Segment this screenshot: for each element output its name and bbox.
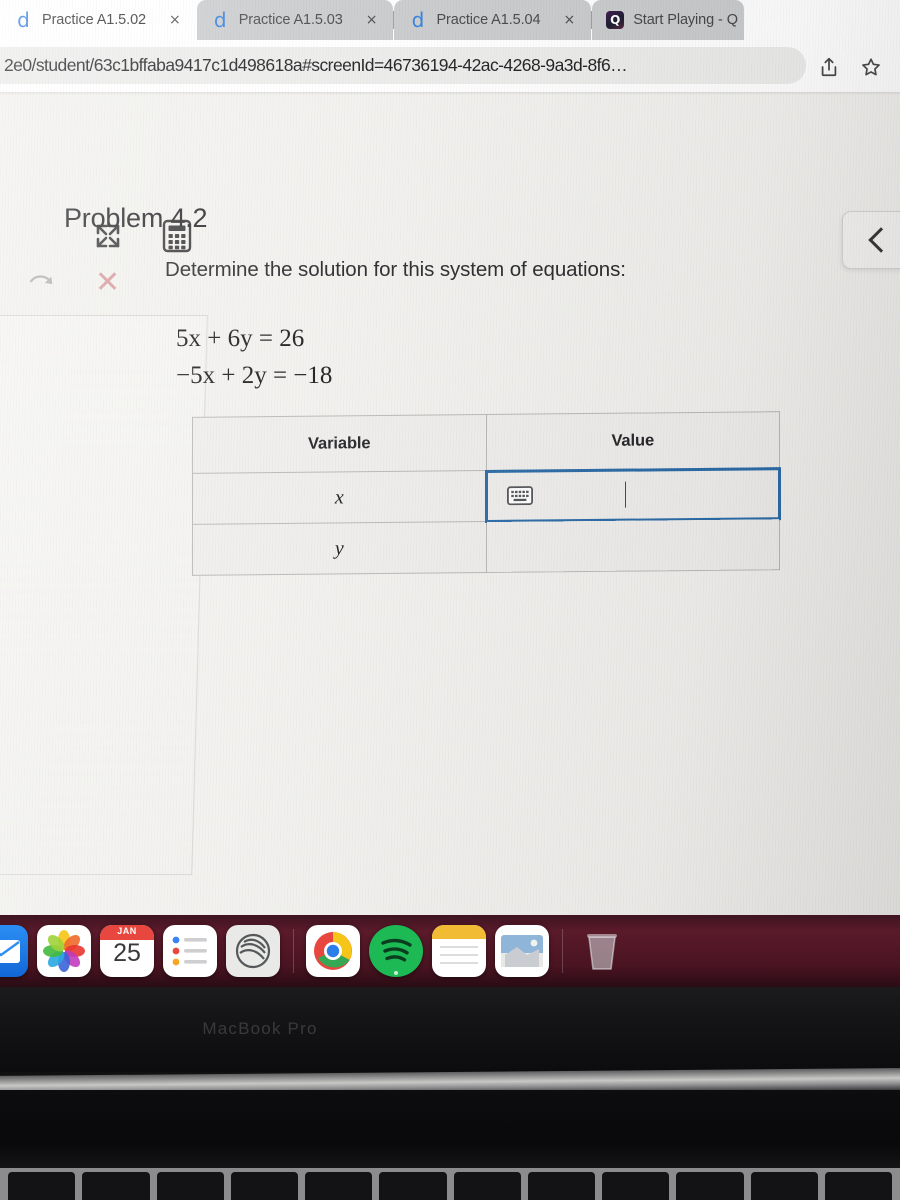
problem-content: Problem 4.2 Determine the solution for t… (0, 0, 900, 915)
equation-line: −5x + 2y = −18 (176, 362, 333, 389)
preview-icon (501, 935, 543, 967)
keyboard-key (379, 1172, 447, 1200)
laptop-lower-body (0, 1090, 900, 1180)
dock-item-calendar[interactable]: JAN 25 (100, 925, 154, 977)
keyboard-key (453, 1172, 521, 1200)
dock-item-freeform[interactable] (226, 925, 280, 977)
dock-item-spotify[interactable] (369, 925, 423, 977)
running-indicator (394, 971, 398, 975)
equation-block: 5x + 6y = 26 −5x + 2y = −18 (176, 320, 332, 394)
keyboard-key (305, 1172, 373, 1200)
keyboard-key (230, 1172, 298, 1200)
keyboard-key (156, 1172, 224, 1200)
dock-divider (293, 929, 294, 973)
dock-item-photos[interactable] (37, 925, 91, 977)
dock-item-chrome[interactable] (306, 925, 360, 977)
device-label: MacBook Pro (202, 1019, 318, 1038)
keyboard-key (602, 1172, 670, 1200)
laptop-keyboard (0, 1168, 900, 1200)
keyboard-key (8, 1172, 76, 1200)
table-row: y (192, 518, 780, 576)
dock-item-notes[interactable] (432, 925, 486, 977)
variable-cell-x: x (192, 470, 487, 525)
calendar-day: 25 (113, 939, 141, 967)
value-input-y[interactable] (486, 518, 780, 573)
photos-icon (43, 930, 85, 972)
dock-item-reminders[interactable] (163, 925, 217, 977)
reminders-icon (172, 936, 207, 966)
page-title: Problem 4.2 (64, 203, 208, 233)
running-indicator (331, 971, 335, 975)
laptop-photo: d Practice A1.5.02 × d Practice A1.5.03 … (0, 0, 900, 1200)
keyboard-key (676, 1172, 744, 1200)
spotify-icon (381, 938, 412, 962)
variable-cell-y: y (192, 521, 487, 576)
trash-icon (587, 934, 617, 970)
dock-item-trash[interactable] (575, 925, 629, 977)
column-header-variable: Variable (192, 414, 487, 474)
equation-line: 5x + 6y = 26 (176, 325, 305, 352)
dock-item-preview[interactable] (495, 925, 549, 977)
table-header-row: Variable Value (192, 411, 780, 474)
keyboard-icon[interactable] (506, 486, 533, 506)
laptop-bezel: MacBook Pro (0, 987, 900, 1072)
column-header-value: Value (486, 411, 780, 471)
keyboard-key (527, 1172, 595, 1200)
keyboard-key (824, 1172, 892, 1200)
laptop-screen: d Practice A1.5.02 × d Practice A1.5.03 … (0, 0, 900, 915)
mail-icon (0, 940, 20, 963)
dock-item-mail[interactable] (0, 925, 28, 977)
calendar-month: JAN (117, 926, 137, 936)
text-caret (624, 481, 627, 508)
table-row: x (192, 466, 781, 525)
chrome-icon (314, 932, 352, 970)
problem-prompt: Determine the solution for this system o… (165, 258, 626, 281)
dock-divider (562, 929, 563, 973)
running-indicator (457, 971, 461, 975)
keyboard-key (82, 1172, 150, 1200)
value-input-x[interactable] (485, 466, 781, 523)
answer-table: Variable Value x y (192, 411, 781, 576)
freeform-icon (235, 933, 271, 969)
macos-dock: JAN 25 (0, 915, 900, 987)
keyboard-key (750, 1172, 818, 1200)
